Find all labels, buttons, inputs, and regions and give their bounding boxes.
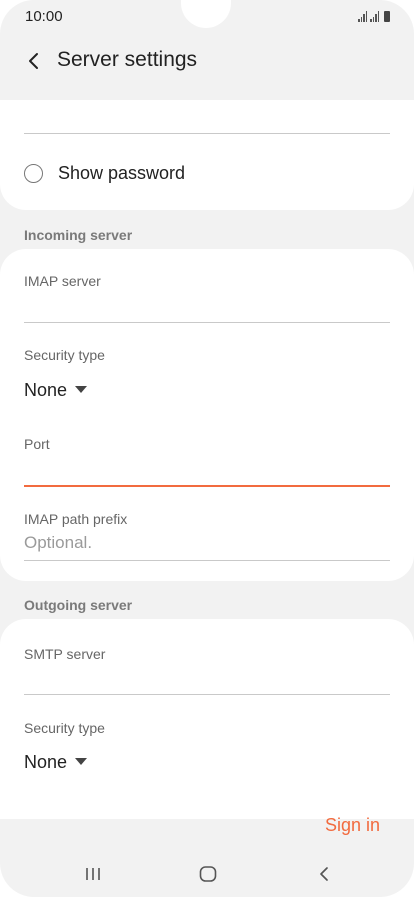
home-icon[interactable] xyxy=(193,862,223,886)
imap-path-prefix-label: IMAP path prefix xyxy=(24,511,128,527)
smtp-server-underline xyxy=(24,694,390,695)
outgoing-server-header: Outgoing server xyxy=(24,597,133,613)
recent-apps-icon[interactable] xyxy=(78,862,108,886)
camera-notch xyxy=(181,0,231,28)
outgoing-security-type-dropdown[interactable]: None xyxy=(24,752,67,773)
imap-path-prefix-underline xyxy=(24,560,390,561)
status-icons xyxy=(358,10,390,22)
battery-icon xyxy=(384,11,390,22)
port-label: Port xyxy=(24,436,50,452)
status-time: 10:00 xyxy=(25,8,63,25)
sign-in-button[interactable]: Sign in xyxy=(325,815,380,836)
page-title: Server settings xyxy=(57,48,198,71)
nav-back-icon[interactable] xyxy=(309,862,339,886)
signal-icon xyxy=(358,11,367,22)
password-field-underline[interactable] xyxy=(24,133,390,134)
port-field-underline-focused xyxy=(24,485,390,487)
outgoing-security-type-label: Security type xyxy=(24,720,105,736)
dropdown-caret-icon[interactable] xyxy=(75,758,87,765)
security-type-label: Security type xyxy=(24,347,105,363)
imap-server-underline xyxy=(24,322,390,323)
signal-icon xyxy=(370,11,379,22)
imap-server-label: IMAP server xyxy=(24,273,101,289)
navigation-bar xyxy=(0,850,414,897)
dropdown-caret-icon[interactable] xyxy=(75,386,87,393)
imap-path-prefix-field[interactable]: Optional. xyxy=(24,533,92,553)
security-type-dropdown[interactable]: None xyxy=(24,380,67,401)
show-password-label[interactable]: Show password xyxy=(58,163,185,184)
account-card: Show password xyxy=(0,100,414,210)
incoming-server-card: IMAP server Security type None Port IMAP… xyxy=(0,249,414,581)
phone-screen: 10:00 Server settings Show password Inco… xyxy=(0,0,414,897)
incoming-server-header: Incoming server xyxy=(24,227,133,243)
smtp-server-label: SMTP server xyxy=(24,646,106,662)
outgoing-server-card: SMTP server Security type None xyxy=(0,619,414,819)
back-arrow-icon[interactable] xyxy=(24,48,46,74)
show-password-checkbox[interactable] xyxy=(24,164,43,183)
